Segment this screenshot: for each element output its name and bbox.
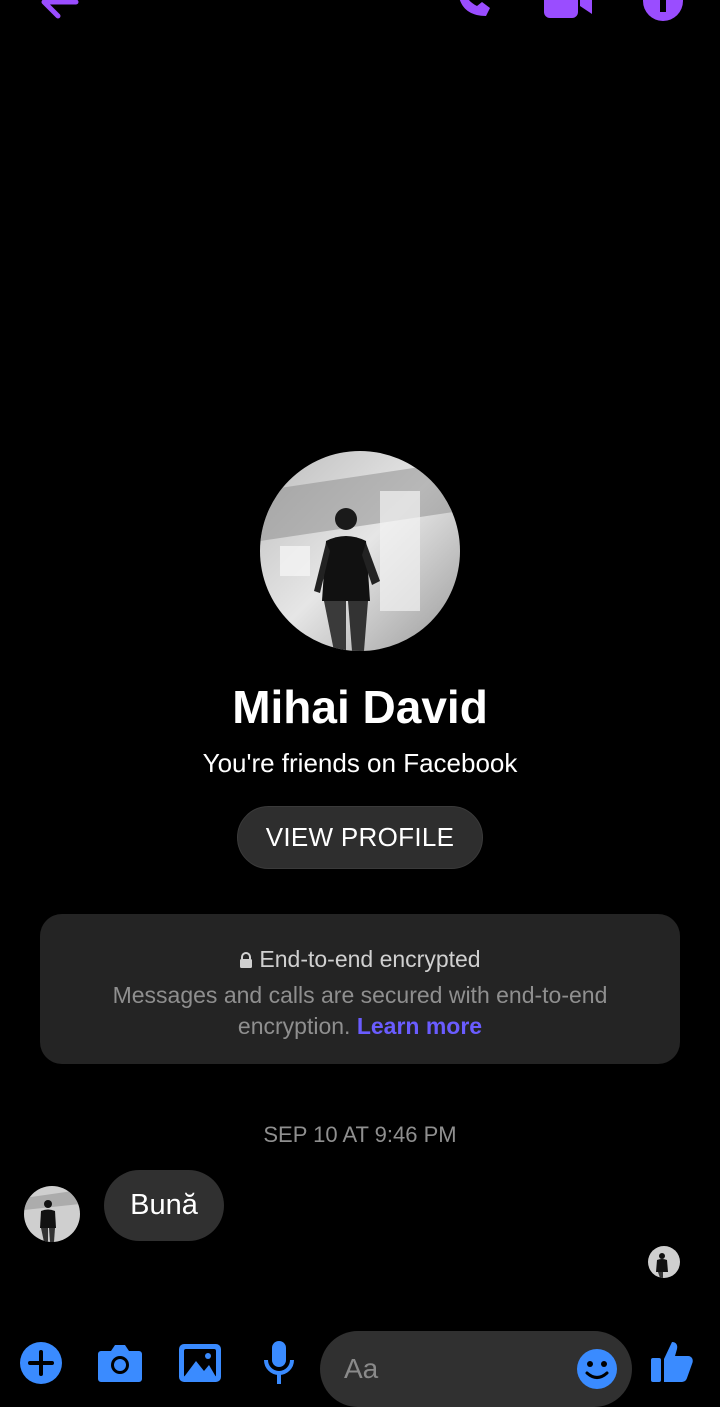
phone-icon[interactable] xyxy=(452,0,494,22)
video-camera-icon[interactable] xyxy=(544,0,594,18)
encryption-body: Messages and calls are secured with end-… xyxy=(80,980,640,1042)
gallery-icon[interactable] xyxy=(178,1343,222,1383)
message-timestamp: SEP 10 AT 9:46 PM xyxy=(263,1122,457,1147)
plus-icon[interactable] xyxy=(19,1341,63,1385)
seen-indicator-avatar xyxy=(648,1246,680,1278)
message-input[interactable]: Aa xyxy=(320,1331,632,1407)
encryption-title-text: End-to-end encrypted xyxy=(259,946,481,972)
message-bubble[interactable]: Bună xyxy=(104,1170,224,1241)
message-text: Bună xyxy=(130,1189,198,1221)
back-arrow-icon[interactable] xyxy=(36,0,80,20)
learn-more-link[interactable]: Learn more xyxy=(357,1013,482,1039)
camera-icon[interactable] xyxy=(97,1343,143,1383)
message-input-placeholder: Aa xyxy=(344,1353,379,1384)
emoji-icon[interactable] xyxy=(576,1348,618,1390)
thumbs-up-icon[interactable] xyxy=(650,1339,694,1383)
info-icon[interactable] xyxy=(642,0,684,22)
encryption-title: End-to-end encrypted xyxy=(40,946,680,973)
friendship-status: You're friends on Facebook xyxy=(202,748,518,778)
encryption-notice: End-to-end encrypted Messages and calls … xyxy=(40,914,680,1064)
lock-icon xyxy=(240,952,253,968)
view-profile-button[interactable]: VIEW PROFILE xyxy=(237,806,483,869)
microphone-icon[interactable] xyxy=(262,1340,296,1386)
sender-avatar[interactable] xyxy=(24,1186,80,1242)
profile-photo[interactable] xyxy=(260,451,460,651)
contact-name: Mihai David xyxy=(232,681,488,733)
